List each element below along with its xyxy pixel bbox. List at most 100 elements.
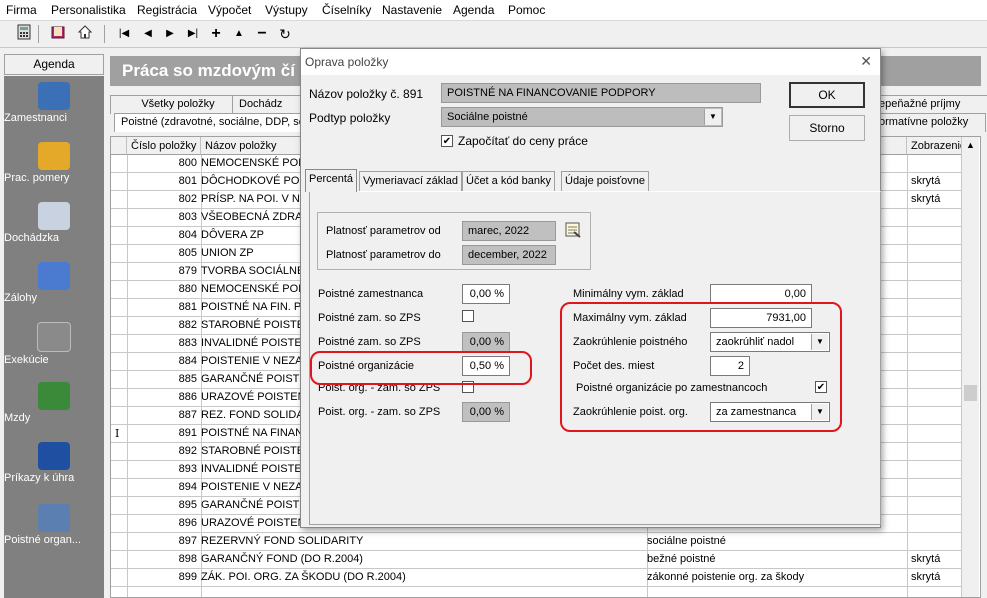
valid-to-label: Platnosť parametrov do bbox=[326, 249, 441, 261]
agenda-item-zalohy[interactable]: Zálohy bbox=[4, 262, 104, 304]
table-row[interactable]: 899 ZÁK. POI. ORG. ZA ŠKODU (DO R.2004) zá… bbox=[111, 569, 963, 587]
subtype-label: Podtyp položky bbox=[309, 111, 391, 125]
attendance-icon bbox=[38, 202, 70, 230]
menu-firma[interactable]: Firma bbox=[6, 3, 37, 17]
calculator-icon[interactable] bbox=[14, 24, 34, 44]
cell-number: 802 bbox=[178, 193, 197, 205]
agenda-item-exekucie[interactable]: Exekúcie bbox=[4, 322, 104, 366]
toolbar-separator bbox=[104, 25, 105, 43]
agenda-item-prac-pomery[interactable]: Prac. pomery bbox=[4, 142, 104, 184]
book-icon[interactable] bbox=[48, 24, 68, 44]
min-base-field[interactable]: 0,00 bbox=[710, 284, 812, 304]
agenda-item-dochadzka[interactable]: Dochádzka bbox=[4, 202, 104, 244]
subtype-select[interactable]: Sociálne poistné ▼ bbox=[441, 107, 723, 127]
agenda-item-mzdy[interactable]: Mzdy bbox=[4, 382, 104, 424]
cell-number: 880 bbox=[178, 283, 197, 295]
toolbar: |◀ ◀ ▶ ▶| + ▲ − ↻ bbox=[0, 21, 987, 48]
poistne-zamestnanca-field[interactable]: 0,00 % bbox=[462, 284, 510, 304]
first-record-button[interactable]: |◀ bbox=[114, 24, 134, 44]
table-row[interactable]: 898 GARANČNÝ FOND (DO R.2004) bežné poistn… bbox=[111, 551, 963, 569]
agenda-header: Agenda bbox=[4, 54, 104, 75]
subtype-value: Sociálne poistné bbox=[447, 111, 528, 123]
tab-udaje-poistovne[interactable]: Údaje poisťovne bbox=[561, 171, 649, 192]
cell-number: 887 bbox=[178, 409, 197, 421]
scrollbar-thumb[interactable] bbox=[964, 385, 977, 401]
valid-from-label: Platnosť parametrov od bbox=[326, 225, 441, 237]
ok-button[interactable]: OK bbox=[789, 82, 865, 108]
tab-vymeriavaci-zaklad[interactable]: Vymeriavací základ bbox=[359, 171, 462, 192]
scroll-up-icon[interactable]: ▲ bbox=[962, 137, 979, 153]
menu-ciselniky[interactable]: Číselníky bbox=[322, 3, 371, 17]
insurance-org-icon bbox=[38, 504, 70, 532]
last-record-button[interactable]: ▶| bbox=[183, 24, 203, 44]
highlight-poistne-organizacie bbox=[310, 351, 532, 385]
prev-record-button[interactable]: ◀ bbox=[138, 24, 158, 44]
close-icon[interactable]: ✕ bbox=[860, 53, 872, 70]
edit-item-dialog: Oprava položky ✕ Názov položky č. 891 PO… bbox=[300, 48, 881, 528]
item-name-field[interactable]: POISTNÉ NA FINANCOVANIE PODPORY bbox=[441, 83, 761, 103]
menu-personalistika[interactable]: Personalistika bbox=[51, 3, 126, 17]
cell-number: 893 bbox=[178, 463, 197, 475]
poistne-zam-zps-check-label: Poistné zam. so ZPS bbox=[318, 312, 421, 324]
cancel-button[interactable]: Storno bbox=[789, 115, 865, 141]
poistne-zam-zps-field[interactable]: 0,00 % bbox=[462, 332, 510, 352]
menu-nastavenie[interactable]: Nastavenie bbox=[382, 3, 442, 17]
tab-informativne-polozky[interactable]: ormatívne položky bbox=[872, 113, 986, 132]
agenda-item-label: Prac. pomery bbox=[4, 172, 70, 184]
valid-to-field[interactable]: december, 2022 bbox=[462, 245, 556, 265]
cell-number: 886 bbox=[178, 391, 197, 403]
agenda-item-label: Zamestnanci bbox=[4, 112, 67, 124]
tab-percenta[interactable]: Percentá bbox=[305, 169, 358, 192]
percenta-panel: Platnosť parametrov od marec, 2022 Platn… bbox=[309, 191, 881, 525]
advances-icon bbox=[38, 262, 70, 290]
next-record-button[interactable]: ▶ bbox=[160, 24, 180, 44]
table-scrollbar[interactable]: ▲ bbox=[961, 137, 979, 597]
menu-vypocet[interactable]: Výpočet bbox=[208, 3, 251, 17]
tab-poistne[interactable]: Poistné (zdravotné, sociálne, DDP, so bbox=[114, 113, 314, 132]
poistne-zamestnanca-label: Poistné zamestnanca bbox=[318, 288, 424, 300]
wages-icon bbox=[38, 382, 70, 410]
cell-number: 891 bbox=[178, 427, 197, 439]
move-up-button[interactable]: ▲ bbox=[229, 24, 249, 44]
menu-agenda[interactable]: Agenda bbox=[453, 3, 494, 17]
toolbar-separator bbox=[38, 25, 39, 43]
agenda-item-prikazy[interactable]: Príkazy k úhra bbox=[4, 442, 104, 484]
include-in-labor-cost-checkbox[interactable]: ✔ bbox=[441, 135, 453, 147]
refresh-button[interactable]: ↻ bbox=[275, 24, 295, 44]
valid-from-field[interactable]: marec, 2022 bbox=[462, 221, 556, 241]
column-header-display[interactable]: Zobrazenie bbox=[907, 137, 966, 155]
cell-number: 800 bbox=[178, 157, 197, 169]
menu-registracia[interactable]: Registrácia bbox=[137, 3, 197, 17]
agenda-item-poistne-organ[interactable]: Poistné organ... bbox=[4, 504, 104, 546]
menu-vystupy[interactable]: Výstupy bbox=[265, 3, 308, 17]
column-header-num[interactable]: Číslo položky bbox=[127, 137, 201, 155]
tab-ucet-kod-banky[interactable]: Účet a kód banky bbox=[462, 171, 555, 192]
highlight-base-settings bbox=[560, 302, 842, 432]
cell-number: 803 bbox=[178, 211, 197, 223]
menu-pomoc[interactable]: Pomoc bbox=[508, 3, 545, 17]
cell-display: skrytá bbox=[911, 553, 941, 565]
cell-number: 899 bbox=[178, 571, 197, 583]
chevron-down-icon[interactable]: ▼ bbox=[704, 109, 721, 125]
tab-nepenazne-prijmy[interactable]: epeňažné príjmy bbox=[872, 95, 987, 114]
table-row[interactable]: 897 REZERVNÝ FOND SOLIDARITY sociálne pois… bbox=[111, 533, 963, 551]
item-name-label: Názov položky č. 891 bbox=[309, 87, 424, 101]
dialog-titlebar: Oprava položky ✕ bbox=[301, 49, 880, 75]
poistne-zam-zps-checkbox[interactable] bbox=[462, 310, 474, 322]
cell-number: 897 bbox=[178, 535, 197, 547]
tab-vsetky-polozky[interactable]: Všetky položky bbox=[110, 95, 246, 114]
cell-number: 892 bbox=[178, 445, 197, 457]
agenda-sidebar: Zamestnanci Prac. pomery Dochádzka Záloh… bbox=[4, 76, 104, 598]
agenda-item-zamestnanci[interactable]: Zamestnanci bbox=[4, 82, 104, 124]
poist-org-zps-field[interactable]: 0,00 % bbox=[462, 402, 510, 422]
home-icon[interactable] bbox=[75, 24, 95, 44]
cell-number: 879 bbox=[178, 265, 197, 277]
agenda-item-label: Príkazy k úhra bbox=[4, 472, 75, 484]
cell-number: 896 bbox=[178, 517, 197, 529]
cell-name: REZERVNÝ FOND SOLIDARITY bbox=[201, 535, 364, 547]
calendar-icon[interactable] bbox=[564, 221, 582, 239]
remove-record-button[interactable]: − bbox=[252, 24, 272, 44]
poist-org-zps-label: Poist. org. - zam. so ZPS bbox=[318, 406, 441, 418]
work-relations-icon bbox=[38, 142, 70, 170]
add-record-button[interactable]: + bbox=[206, 24, 226, 44]
